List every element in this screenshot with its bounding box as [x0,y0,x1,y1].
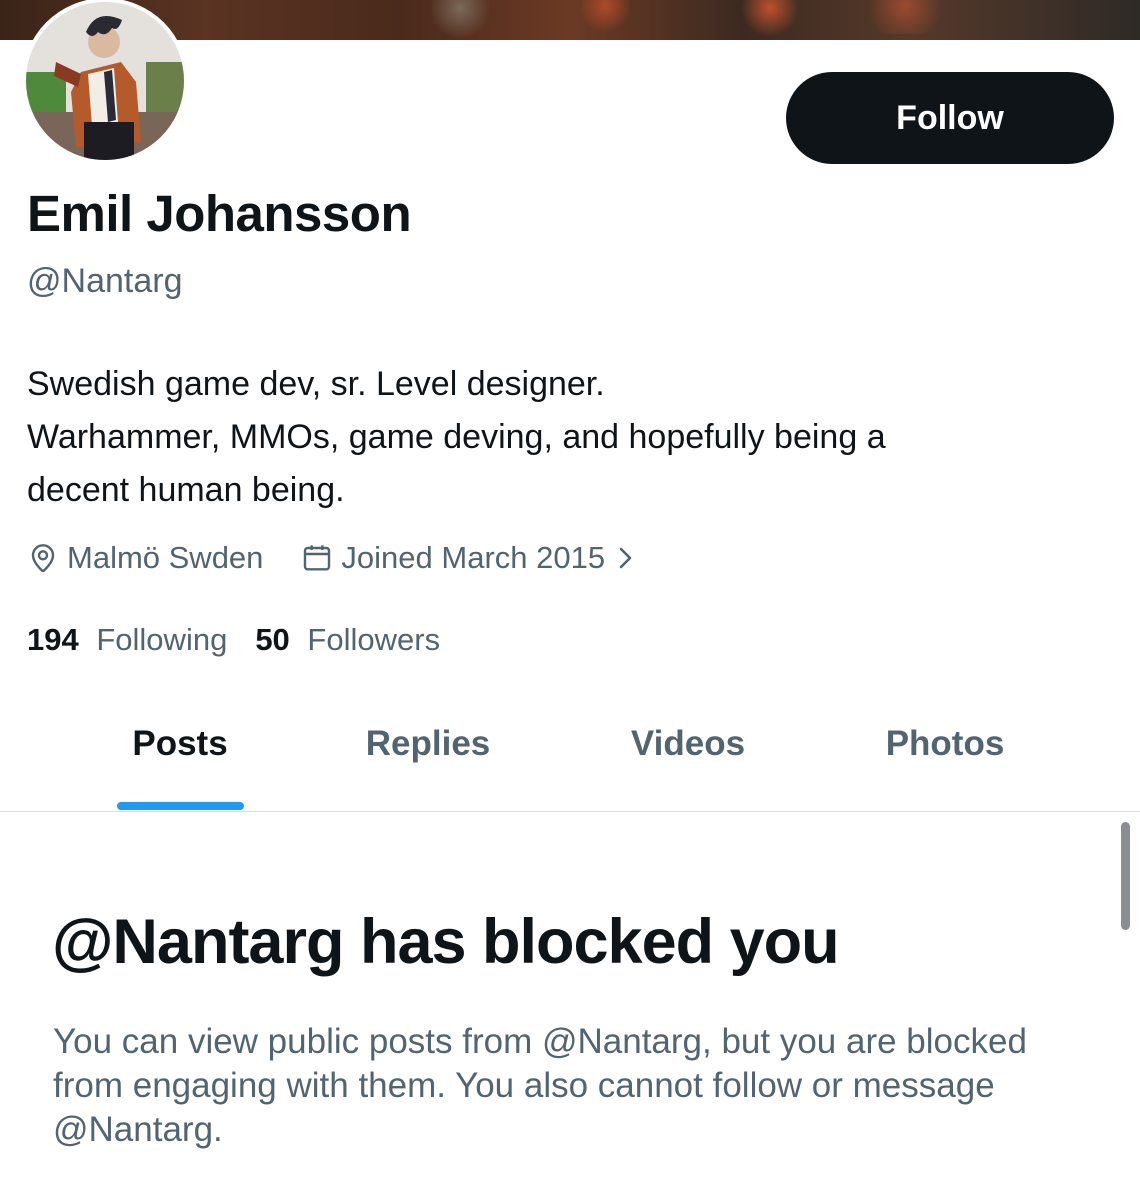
tab-posts[interactable]: Posts [132,724,227,764]
following-link[interactable]: 194 Following [27,622,227,658]
location-pin-icon [27,542,59,574]
followers-count: 50 [255,622,290,657]
active-tab-indicator [117,802,244,810]
following-count: 194 [27,622,79,657]
bio-line: Swedish game dev, sr. Level designer. [27,365,605,403]
follow-stats: 194 Following 50 Followers [27,622,440,658]
profile-handle: @Nantarg [27,262,183,300]
blocked-title: @Nantarg has blocked you [52,907,840,977]
blocked-message: You can view public posts from @Nantarg,… [53,1022,1027,1149]
bio-line: decent human being. [27,471,345,509]
calendar-icon [301,542,333,574]
bio-line: Warhammer, MMOs, game deving, and hopefu… [27,418,886,456]
chevron-right-icon [615,545,637,571]
tab-replies[interactable]: Replies [366,724,491,764]
profile-bio: Swedish game dev, sr. Level designer. Wa… [27,358,1107,517]
followers-link[interactable]: 50 Followers [255,622,440,658]
profile-name: Emil Johansson [27,185,412,242]
profile-tabs: Posts Replies Videos Photos [0,700,1140,812]
avatar-image [26,2,184,160]
joined-date[interactable]: Joined March 2015 [301,540,637,576]
tab-photos[interactable]: Photos [886,724,1005,764]
location-text: Malmö Swden [67,540,264,575]
scrollbar[interactable] [1121,822,1130,930]
followers-label: Followers [307,622,441,657]
avatar[interactable] [26,2,184,160]
following-label: Following [96,622,228,657]
follow-button[interactable]: Follow [786,72,1114,164]
joined-text: Joined March 2015 [341,540,606,575]
tab-videos[interactable]: Videos [631,724,745,764]
location: Malmö Swden [27,540,263,576]
profile-meta: Malmö Swden Joined March 2015 [27,535,637,581]
